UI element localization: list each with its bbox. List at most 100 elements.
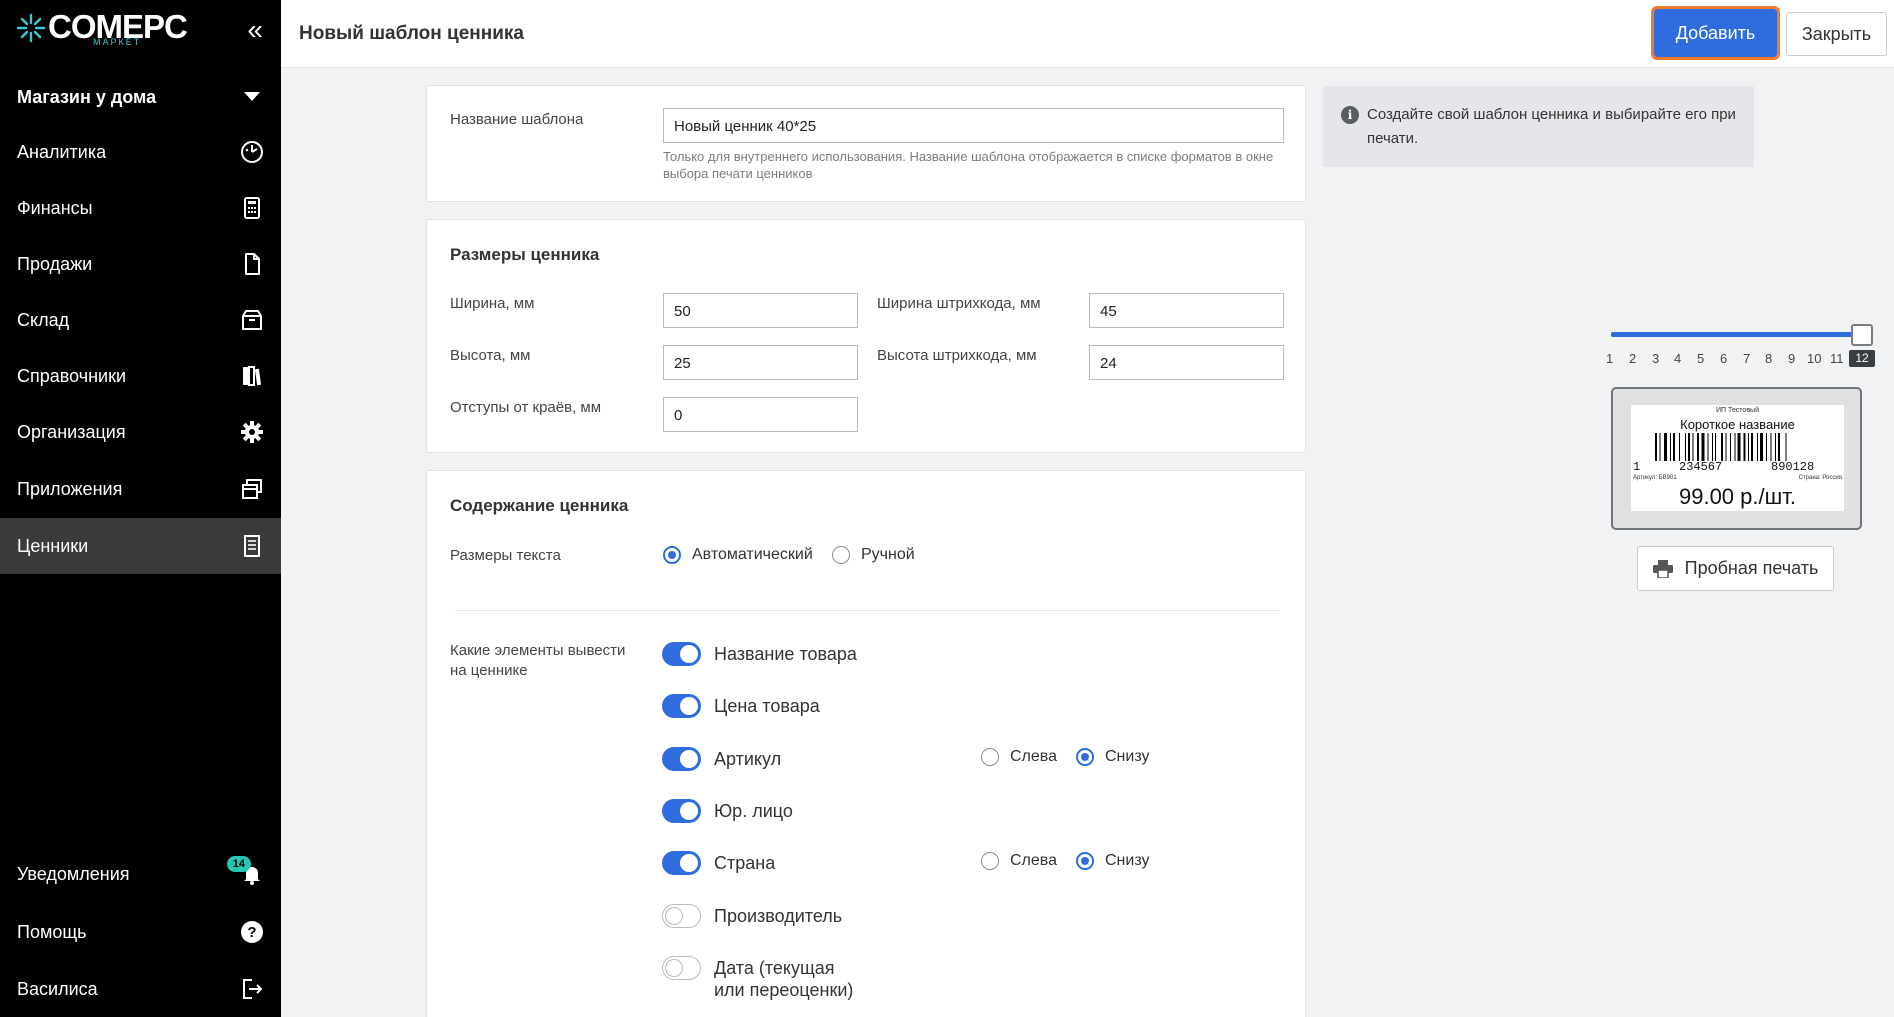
toggle-switch[interactable] (662, 956, 701, 980)
notification-count-badge: 14 (226, 856, 251, 872)
barcode-bar (1725, 433, 1727, 461)
logo[interactable]: COMEPC (16, 10, 188, 58)
preview-org: ИП Тестовый (1716, 407, 1759, 414)
country-left-radio[interactable]: Слева (981, 852, 1057, 870)
test-print-button[interactable]: Пробная печать (1637, 546, 1834, 591)
text-size-manual-radio[interactable]: Ручной (832, 546, 915, 564)
height-label: Высота, мм (450, 347, 531, 364)
barcode-width-input[interactable]: 45 (1089, 293, 1284, 328)
toggle-product-price[interactable]: Цена товара (662, 694, 820, 718)
section-divider (455, 610, 1279, 611)
barcode-height-input[interactable]: 24 (1089, 345, 1284, 380)
barcode-bar (1664, 433, 1667, 461)
height-input[interactable]: 25 (663, 345, 858, 380)
sidebar-item-notifications[interactable]: Уведомления 14 (0, 846, 281, 902)
page-title: Новый шаблон ценника (299, 23, 524, 44)
radio-unselected-icon (981, 748, 999, 766)
logo-star-icon (16, 13, 46, 43)
template-name-label: Название шаблона (450, 111, 584, 128)
barcode-bar (1701, 433, 1705, 461)
svg-text:?: ? (247, 924, 256, 941)
sidebar-item-label: Финансы (17, 197, 93, 218)
sidebar-item-finance[interactable]: Финансы (0, 180, 281, 236)
radio-selected-icon (1076, 748, 1094, 766)
barcode-digits-left: 234567 (1679, 460, 1723, 474)
barcode-bar (1712, 433, 1713, 461)
zoom-slider-thumb[interactable] (1851, 324, 1873, 346)
toggle-label: Производитель (714, 906, 843, 926)
barcode-bar (1760, 433, 1763, 461)
toggle-switch[interactable] (662, 642, 701, 666)
barcode-bar (1670, 433, 1671, 461)
toggle-switch[interactable] (662, 694, 701, 718)
barcode-height-label: Высота штрихкода, мм (877, 347, 1037, 364)
sidebar-item-help[interactable]: Помощь ? (0, 904, 281, 960)
barcode-bar (1721, 433, 1723, 461)
article-left-radio[interactable]: Слева (981, 748, 1057, 766)
add-button[interactable]: Добавить (1651, 6, 1780, 60)
windows-icon (242, 479, 262, 499)
barcode-width-label: Ширина штрихкода, мм (877, 295, 1041, 312)
slider-tick: 3 (1652, 351, 1660, 366)
barcode-bar (1737, 433, 1741, 461)
document-icon (245, 253, 260, 275)
sidebar-item-warehouse[interactable]: Склад (0, 292, 281, 348)
slider-tick: 4 (1674, 351, 1682, 366)
barcode-bar (1743, 433, 1746, 461)
sidebar-item-sales[interactable]: Продажи (0, 236, 281, 292)
country-bottom-radio[interactable]: Снизу (1076, 852, 1149, 870)
sidebar-item-user[interactable]: Василиса (0, 961, 281, 1017)
printer-icon (1652, 559, 1673, 578)
article-bottom-radio[interactable]: Снизу (1076, 748, 1149, 766)
sidebar-item-organization[interactable]: Организация (0, 404, 281, 460)
text-size-auto-radio[interactable]: Автоматический (663, 546, 813, 564)
toggle-product-name[interactable]: Название товара (662, 642, 857, 666)
gear-icon (241, 421, 263, 443)
toggle-switch[interactable] (662, 799, 701, 823)
logo-subtitle: МАРКЕТ (93, 37, 142, 47)
barcode-digit: 1 (1633, 460, 1641, 474)
logout-icon (243, 979, 263, 999)
close-button[interactable]: Закрыть (1786, 12, 1887, 56)
collapse-sidebar-icon[interactable]: « (247, 16, 263, 44)
sidebar-item-apps[interactable]: Приложения (0, 461, 281, 517)
slider-tick: 9 (1788, 351, 1796, 366)
box-icon (242, 310, 262, 330)
width-input[interactable]: 50 (663, 293, 858, 328)
barcode-bar (1748, 433, 1749, 461)
radio-label: Слева (1010, 748, 1058, 765)
toggle-label: Название товара (714, 644, 857, 664)
sidebar-item-analytics[interactable]: Аналитика (0, 124, 281, 180)
radio-unselected-icon (832, 546, 850, 564)
toggle-date[interactable]: Дата (текущая или переоценки) (662, 956, 862, 1001)
toggle-manufacturer[interactable]: Производитель (662, 904, 843, 928)
preview-article: Артикул: БВ901 (1633, 475, 1677, 481)
barcode-bar (1770, 433, 1772, 461)
zoom-slider-track[interactable] (1611, 332, 1864, 337)
sidebar-item-label: Справочники (17, 365, 127, 386)
margin-input[interactable]: 0 (663, 397, 858, 432)
calculator-icon (244, 197, 260, 219)
sidebar-item-references[interactable]: Справочники (0, 348, 281, 404)
toggle-switch[interactable] (662, 851, 701, 875)
slider-tick: 6 (1720, 351, 1728, 366)
sizes-title: Размеры ценника (450, 245, 600, 264)
store-selector[interactable]: Магазин у дома (0, 72, 281, 122)
radio-label: Слева (1010, 852, 1058, 869)
barcode-bar (1751, 433, 1753, 461)
price-tag: ИП Тестовый Короткое название 1 234567 8… (1631, 405, 1844, 511)
zoom-value-label: 12 (1849, 350, 1875, 367)
toggle-switch[interactable] (662, 747, 701, 771)
barcode-bar (1730, 433, 1731, 461)
toggle-article[interactable]: Артикул (662, 747, 781, 771)
toggle-legal-entity[interactable]: Юр. лицо (662, 799, 793, 823)
template-name-input[interactable]: Новый ценник 40*25 (663, 108, 1284, 143)
toggle-switch[interactable] (662, 904, 701, 928)
barcode-bar (1659, 433, 1661, 461)
info-text: Создайте свой шаблон ценника и выбирайте… (1367, 106, 1736, 147)
sidebar-item-price-tags[interactable]: Ценники (0, 518, 281, 574)
toggle-country[interactable]: Страна (662, 851, 775, 875)
books-icon (243, 366, 262, 386)
radio-selected-icon (1076, 852, 1094, 870)
template-name-card: Название шаблона Новый ценник 40*25 Толь… (426, 85, 1306, 202)
